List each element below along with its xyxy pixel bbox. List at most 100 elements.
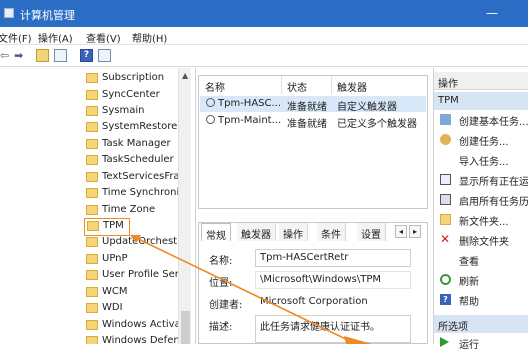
description-field[interactable]: 此任务请求健康认证证书。 xyxy=(255,315,411,343)
menu-file[interactable]: 文件(F) xyxy=(0,30,32,45)
tree-item[interactable]: WDI xyxy=(84,301,184,317)
folder-icon xyxy=(86,73,98,83)
folder-icon xyxy=(86,139,98,149)
column-trigger[interactable]: 触发器 xyxy=(337,79,367,94)
tab-actions[interactable]: 操作 xyxy=(279,223,308,241)
action-view[interactable]: 查看 xyxy=(434,250,528,270)
tree-item[interactable]: Windows Activa xyxy=(84,318,184,334)
folder-icon xyxy=(86,336,98,344)
actions-pane: 操作 TPM 创建基本任务... 创建任务... 导入任务... 显示所有正在运… xyxy=(433,68,528,351)
column-divider xyxy=(331,76,332,94)
tree-item[interactable]: UPnP xyxy=(84,252,184,268)
up-folder-icon[interactable] xyxy=(36,49,49,62)
name-field[interactable]: Tpm-HASCertRetr xyxy=(255,249,411,267)
action-new-folder[interactable]: 新文件夹... xyxy=(434,210,528,230)
tree-item[interactable]: Time Zone xyxy=(84,203,184,219)
scroll-up-icon[interactable]: ▲ xyxy=(182,71,188,80)
show-hide-tree-icon[interactable] xyxy=(54,49,67,62)
folder-icon xyxy=(86,254,98,264)
folder-icon xyxy=(86,90,98,100)
folder-icon xyxy=(86,237,98,247)
tab-general[interactable]: 常规 xyxy=(201,223,231,242)
action-enable-history[interactable]: 启用所有任务历 xyxy=(434,190,528,210)
scroll-thumb[interactable] xyxy=(181,311,190,344)
menu-bar: 文件(F) 操作(A) 查看(V) 帮助(H) xyxy=(0,27,528,45)
title-bar: 计算机管理 — xyxy=(0,0,528,27)
history-icon xyxy=(440,194,451,205)
tree-item-tpm[interactable]: TPM xyxy=(84,218,130,236)
tree-item[interactable]: SyncCenter xyxy=(84,88,184,104)
actions-header: 操作 xyxy=(434,72,528,90)
tab-conditions[interactable]: 条件 xyxy=(317,223,346,241)
action-refresh[interactable]: 刷新 xyxy=(434,270,528,290)
field-label: 名称: xyxy=(209,256,233,267)
action-delete-folder[interactable]: ✕ 删除文件夹 xyxy=(434,230,528,250)
folder-icon xyxy=(86,270,98,280)
delete-icon: ✕ xyxy=(440,232,451,246)
show-action-pane-icon[interactable] xyxy=(98,49,111,62)
navigation-tree: Subscription SyncCenter Sysmain SystemRe… xyxy=(0,68,196,344)
tree-item[interactable]: Time Synchroniz xyxy=(84,186,184,202)
author-field[interactable]: Microsoft Corporation xyxy=(255,293,411,311)
action-help[interactable]: ? 帮助 xyxy=(434,290,528,310)
folder-icon xyxy=(86,303,98,313)
task-row[interactable]: Tpm-Maint... 准备就绪 已定义多个触发器 xyxy=(200,113,426,130)
toolbar: ⇦ ➡ ? xyxy=(0,45,528,67)
task-detail-pane: 常规 触发器 操作 条件 设置 ◂ ▸ 名称: Tpm-HASCertRetr … xyxy=(198,222,428,344)
action-display-running[interactable]: 显示所有正在运 xyxy=(434,170,528,190)
folder-icon xyxy=(86,122,98,132)
refresh-icon xyxy=(440,274,451,285)
folder-icon xyxy=(86,106,98,116)
folder-icon xyxy=(86,205,98,215)
action-create-basic-task[interactable]: 创建基本任务... xyxy=(434,110,528,130)
menu-view[interactable]: 查看(V) xyxy=(86,30,121,45)
create-task-icon xyxy=(440,134,451,145)
actions-section-selected[interactable]: 所选项 xyxy=(434,315,528,333)
minimize-button[interactable]: — xyxy=(486,6,498,20)
window-title: 计算机管理 xyxy=(20,9,75,22)
back-button[interactable]: ⇦ xyxy=(0,49,9,62)
menu-help[interactable]: 帮助(H) xyxy=(132,30,167,45)
column-status[interactable]: 状态 xyxy=(287,79,307,94)
action-create-task[interactable]: 创建任务... xyxy=(434,130,528,150)
field-label: 描述: xyxy=(209,322,233,333)
actions-section-tpm[interactable]: TPM xyxy=(434,92,528,110)
action-import-task[interactable]: 导入任务... xyxy=(434,150,528,170)
task-list: 名称 状态 触发器 Tpm-HASC... 准备就绪 自定义触发器 Tpm-Ma… xyxy=(198,75,428,209)
field-label: 创建者: xyxy=(209,300,243,311)
tree-item[interactable]: User Profile Ser xyxy=(84,268,184,284)
tree-item[interactable]: UpdateOrchestr xyxy=(84,235,184,251)
tree-item[interactable]: Task Manager xyxy=(84,137,184,153)
task-icon xyxy=(206,98,215,107)
folder-icon xyxy=(86,320,98,330)
folder-icon xyxy=(86,172,98,182)
folder-icon xyxy=(86,155,98,165)
column-name[interactable]: 名称 xyxy=(205,79,225,94)
tree-item[interactable]: SystemRestore xyxy=(84,120,184,136)
column-divider xyxy=(281,76,282,94)
task-row[interactable]: Tpm-HASC... 准备就绪 自定义触发器 xyxy=(200,96,426,113)
tree-scrollbar[interactable]: ▲ xyxy=(178,68,191,344)
location-field[interactable]: \Microsoft\Windows\TPM xyxy=(255,271,411,289)
tree-item[interactable]: TaskScheduler xyxy=(84,153,184,169)
tree-item[interactable]: WCM xyxy=(84,285,184,301)
tab-triggers[interactable]: 触发器 xyxy=(237,223,276,241)
tab-scroll-right-icon[interactable]: ▸ xyxy=(409,225,421,238)
field-label: 位置: xyxy=(209,278,233,289)
folder-icon xyxy=(87,221,99,231)
tree-item[interactable]: Sysmain xyxy=(84,104,184,120)
folder-icon xyxy=(86,188,98,198)
action-run[interactable]: 运行 xyxy=(434,333,528,353)
tab-settings[interactable]: 设置 xyxy=(357,223,386,241)
computer-management-icon xyxy=(4,8,14,18)
folder-icon xyxy=(440,214,451,225)
tree-item[interactable]: TextServicesFrai xyxy=(84,170,184,186)
menu-action[interactable]: 操作(A) xyxy=(38,30,73,45)
folder-icon xyxy=(86,287,98,297)
help-button[interactable]: ? xyxy=(80,49,93,62)
tab-scroll-left-icon[interactable]: ◂ xyxy=(395,225,407,238)
tree-item[interactable]: Subscription xyxy=(84,71,184,87)
help-icon: ? xyxy=(440,294,451,305)
tree-item[interactable]: Windows Defen xyxy=(84,334,184,344)
forward-button[interactable]: ➡ xyxy=(14,49,23,62)
